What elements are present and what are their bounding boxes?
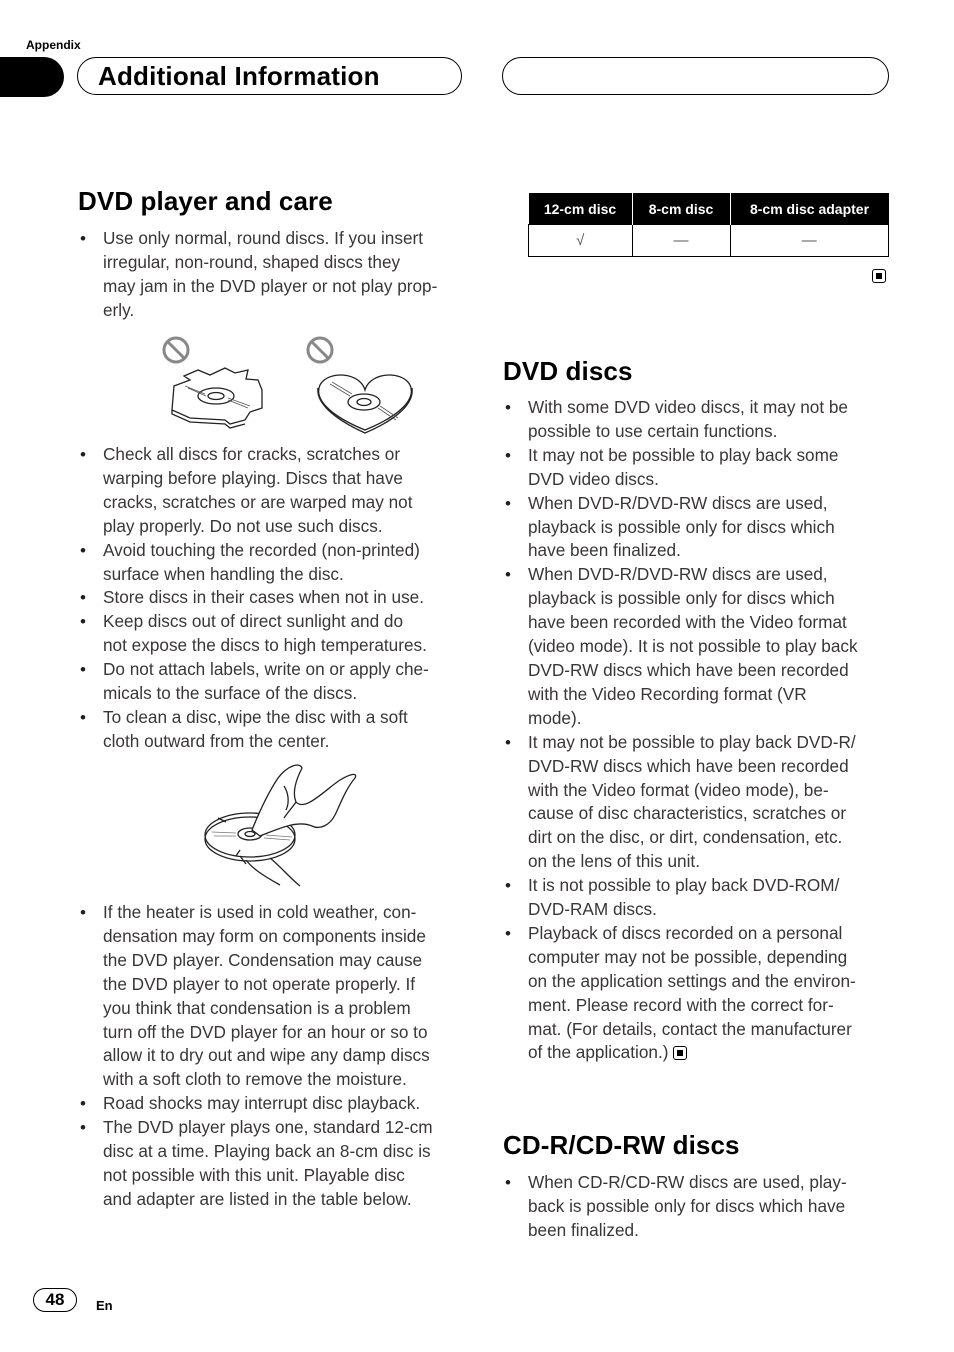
list-item: It may not be possible to play back DVD-… <box>503 731 903 874</box>
playable-disc-table: 12-cm disc 8-cm disc 8-cm disc adapter √… <box>528 193 889 257</box>
irregular-disc-illustration <box>171 367 263 429</box>
list-item: To clean a disc, wipe the disc with a so… <box>78 706 478 754</box>
list-item: It is not possible to play back DVD-ROM/… <box>503 874 903 922</box>
list-item: If the heater is used in cold weather, c… <box>78 901 478 1092</box>
table-header-cell: 8-cm disc adapter <box>729 193 889 225</box>
heart-disc-illustration <box>317 374 413 434</box>
bullet-list-middle: Check all discs for cracks, scratches or… <box>78 443 478 754</box>
language-label: En <box>96 1298 113 1313</box>
list-item: The DVD player plays one, standard 12-cm… <box>78 1116 478 1212</box>
cd-discs-bullet-list: When CD-R/CD-RW discs are used, play-bac… <box>503 1171 903 1243</box>
disc-cleaning-illustration <box>204 764 357 887</box>
chapter-title: Additional Information <box>98 61 380 91</box>
table-cell-supported-mark: √ <box>528 224 633 257</box>
list-item: Do not attach labels, write on or apply … <box>78 658 478 706</box>
no-symbol-icon <box>306 336 334 364</box>
page-number: 48 <box>33 1288 77 1312</box>
table-header-cell: 8-cm disc <box>631 193 730 225</box>
section-tab-marker <box>0 57 64 97</box>
bullet-list-bottom: If the heater is used in cold weather, c… <box>78 901 478 1212</box>
list-item: When DVD-R/DVD-RW discs are used,playbac… <box>503 492 903 564</box>
list-item: Avoid touching the recorded (non-printed… <box>78 539 478 587</box>
heading-cd-discs: CD-R/CD-RW discs <box>503 1130 740 1160</box>
list-item: Check all discs for cracks, scratches or… <box>78 443 478 539</box>
stop-square-icon <box>872 269 886 283</box>
list-item: When DVD-R/DVD-RW discs are used,playbac… <box>503 563 903 730</box>
bullet-list-top: Use only normal, round discs. If you ins… <box>78 227 478 323</box>
figure-cleaning-disc <box>204 764 357 887</box>
list-item: It may not be possible to play back some… <box>503 444 903 492</box>
list-item: When CD-R/CD-RW discs are used, play-bac… <box>503 1171 903 1243</box>
dvd-discs-bullet-list: With some DVD video discs, it may not be… <box>503 396 903 1065</box>
heading-dvd-discs: DVD discs <box>503 356 633 386</box>
blank-header-box <box>502 57 889 95</box>
table-cell-not-supported: — <box>631 224 731 257</box>
list-item: Playback of discs recorded on a personal… <box>503 922 903 1065</box>
section-label: Appendix <box>26 38 81 52</box>
figure-irregular-discs <box>162 336 413 434</box>
list-item: Use only normal, round discs. If you ins… <box>78 227 478 323</box>
table-header-row: 12-cm disc 8-cm disc 8-cm disc adapter <box>528 193 889 225</box>
table-row: √ — — <box>528 224 889 257</box>
list-item: Store discs in their cases when not in u… <box>78 586 478 610</box>
no-symbol-icon <box>162 336 190 364</box>
chapter-title-box: Additional Information <box>77 57 462 95</box>
stop-square-icon <box>673 1046 688 1061</box>
table-header-cell: 12-cm disc <box>528 193 632 225</box>
heading-dvd-player-care: DVD player and care <box>78 186 333 216</box>
list-item: With some DVD video discs, it may not be… <box>503 396 903 444</box>
table-cell-not-supported: — <box>729 224 889 257</box>
list-item: Keep discs out of direct sunlight and do… <box>78 610 478 658</box>
list-item: Road shocks may interrupt disc playback. <box>78 1092 478 1116</box>
